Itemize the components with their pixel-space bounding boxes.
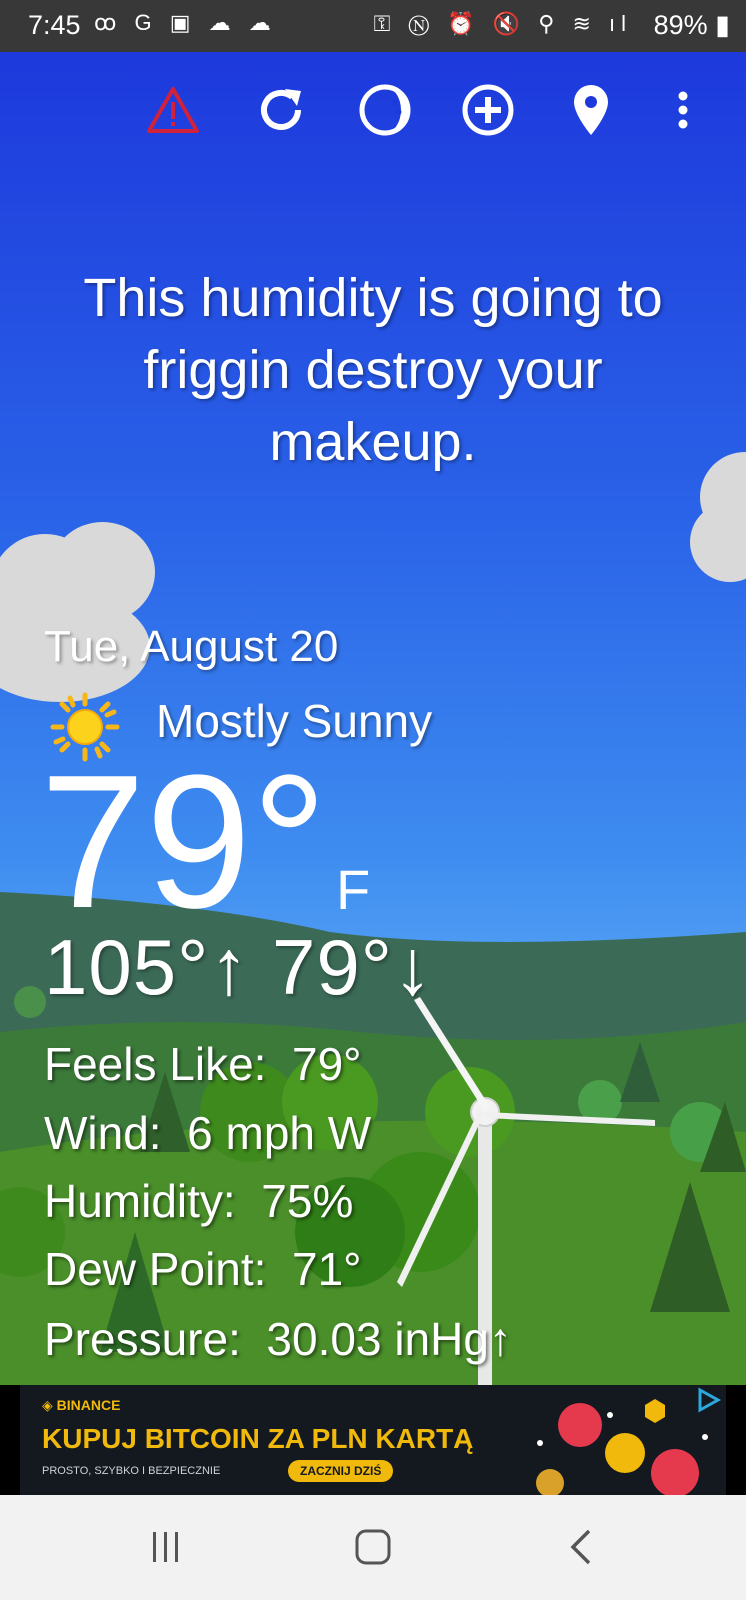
recent-apps-icon[interactable]: [135, 1523, 195, 1571]
crypto-coins-graphic: [536, 1399, 708, 1495]
snarky-headline: This humidity is going to friggin destro…: [83, 268, 663, 472]
detail-humidity: Humidity: 75%: [44, 1175, 354, 1227]
ad-choices-icon[interactable]: [696, 1387, 722, 1413]
ad-cta-button[interactable]: ZACZNIJ DZIŚ: [288, 1460, 394, 1482]
add-location-icon[interactable]: [458, 80, 518, 140]
home-icon[interactable]: [343, 1523, 403, 1571]
detail-dew-point: Dew Point: 71°: [44, 1243, 362, 1295]
theme-icon[interactable]: [355, 80, 415, 140]
ad-headline: KUPUJ BITCOIN ZA PLN KARTĄ: [42, 1423, 474, 1454]
current-temperature[interactable]: 79°: [40, 742, 327, 942]
system-icons: ⚿ Ⓝ ⏰ 🔇 ⚲ ≋ ıl: [373, 11, 632, 36]
refresh-icon[interactable]: [251, 80, 311, 140]
navigation-bar: [0, 1495, 746, 1600]
temperature-unit: F: [336, 858, 371, 921]
ad-subtitle: PROSTO, SZYBKO I BEZPIECZNIE: [42, 1465, 221, 1477]
battery-level: 89% ▮: [653, 10, 730, 40]
high-temperature: 105°↑: [44, 923, 250, 1011]
detail-pressure: Pressure: 30.03 inHg↑: [44, 1313, 512, 1365]
ad-banner[interactable]: ◈ BINANCE KUPUJ BITCOIN ZA PLN KARTĄ PRO…: [20, 1385, 726, 1495]
location-pin-icon[interactable]: [561, 80, 621, 140]
detail-feels-like: Feels Like: 79°: [44, 1038, 362, 1090]
weather-screen: This humidity is going to friggin destro…: [0, 52, 746, 1385]
warning-icon[interactable]: [143, 80, 203, 140]
notification-icons: ꝏ G ▣ ☁ ☁: [94, 10, 277, 35]
detail-wind: Wind: 6 mph W: [44, 1107, 372, 1159]
low-temperature: 79°↓: [272, 923, 433, 1011]
high-low-temperatures: 105°↑ 79°↓: [44, 922, 433, 1013]
back-icon[interactable]: [553, 1523, 613, 1571]
more-icon[interactable]: [668, 80, 698, 140]
status-bar: 7:45 ꝏ G ▣ ☁ ☁ ⚿ Ⓝ ⏰ 🔇 ⚲ ≋ ıl 89% ▮: [0, 0, 746, 52]
status-time: 7:45: [28, 10, 81, 40]
forecast-date: Tue, August 20: [44, 622, 339, 671]
ad-brand: ◈ BINANCE: [42, 1397, 121, 1413]
